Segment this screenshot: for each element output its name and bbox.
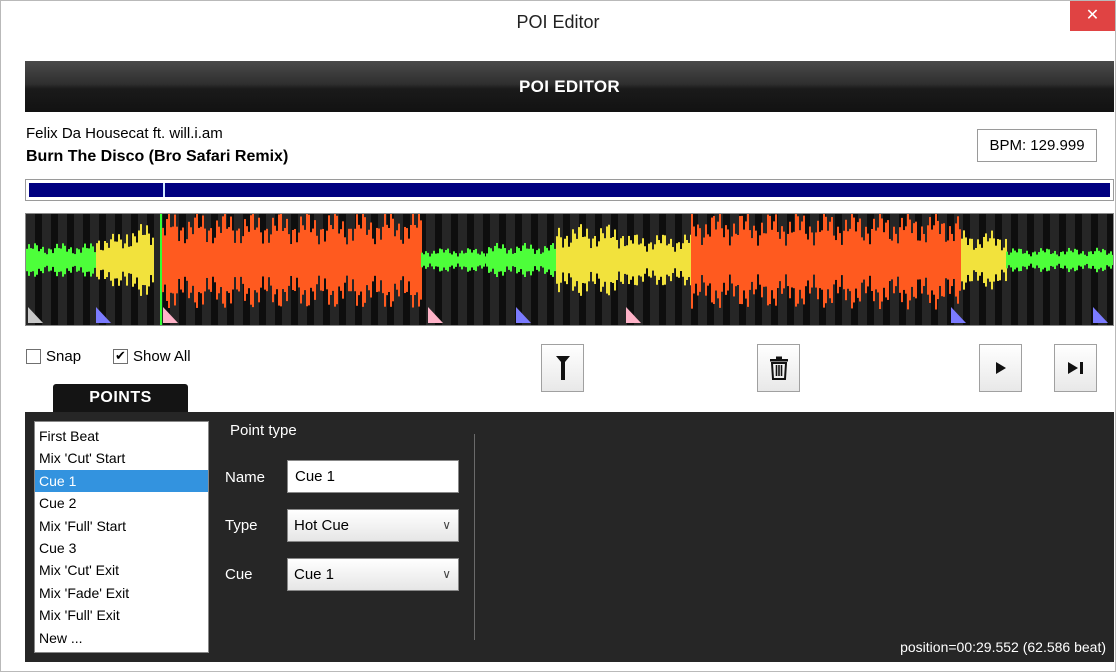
- overview-progress: [29, 183, 1110, 197]
- skip-next-icon: [1067, 362, 1083, 374]
- play-to-next-button[interactable]: [1054, 344, 1097, 392]
- list-item[interactable]: Mix 'Cut' Exit: [35, 559, 208, 581]
- name-input[interactable]: Cue 1: [287, 460, 459, 493]
- chevron-down-icon: ∨: [442, 518, 451, 532]
- window-title: POI Editor: [516, 12, 600, 32]
- type-select[interactable]: Hot Cue ∨: [287, 509, 459, 542]
- poi-editor-window: POI Editor ✕ POI EDITOR Felix Da Houseca…: [0, 0, 1116, 672]
- title-bar[interactable]: POI Editor ✕: [1, 1, 1115, 45]
- waveform-playhead: [160, 214, 162, 325]
- list-item[interactable]: Mix 'Fade' Exit: [35, 582, 208, 604]
- play-icon: [995, 362, 1006, 374]
- list-item[interactable]: New ...: [35, 627, 208, 649]
- panel-divider: [474, 434, 475, 640]
- type-select-value: Hot Cue: [294, 517, 350, 534]
- position-readout: position=00:29.552 (62.586 beat): [900, 639, 1106, 655]
- cue-label: Cue: [225, 566, 253, 583]
- track-artist: Felix Da Housecat ft. will.i.am: [26, 125, 223, 142]
- play-button[interactable]: [979, 344, 1022, 392]
- editor-header: POI EDITOR: [25, 61, 1114, 112]
- add-marker-icon: [555, 356, 570, 380]
- show-all-checkbox[interactable]: ✔ Show All: [113, 348, 191, 365]
- waveform-canvas: [26, 214, 1113, 325]
- waveform-view[interactable]: [25, 213, 1114, 326]
- track-overview-bar[interactable]: [25, 179, 1114, 201]
- list-item[interactable]: First Beat: [35, 425, 208, 447]
- list-item[interactable]: Mix 'Cut' Start: [35, 447, 208, 469]
- points-panel: First Beat Mix 'Cut' Start Cue 1 Cue 2 Mix '…: [25, 412, 1114, 662]
- chevron-down-icon: ∨: [442, 567, 451, 581]
- editor-header-title: POI EDITOR: [519, 77, 620, 96]
- list-item[interactable]: Cue 1: [35, 469, 208, 493]
- cue-select-value: Cue 1: [294, 566, 335, 583]
- show-all-checkbox-box[interactable]: ✔: [113, 349, 128, 364]
- snap-label: Snap: [46, 348, 82, 365]
- name-label: Name: [225, 469, 266, 486]
- snap-checkbox-box[interactable]: [26, 349, 41, 364]
- track-title: Burn The Disco (Bro Safari Remix): [26, 148, 289, 165]
- close-icon: ✕: [1085, 5, 1100, 24]
- type-label: Type: [225, 517, 258, 534]
- point-type-heading: Point type: [230, 422, 297, 439]
- delete-point-button[interactable]: [757, 344, 800, 392]
- show-all-label: Show All: [133, 348, 191, 365]
- close-button[interactable]: ✕: [1070, 1, 1115, 31]
- list-item[interactable]: Cue 3: [35, 537, 208, 559]
- list-item[interactable]: Cue 2: [35, 492, 208, 514]
- overview-playhead[interactable]: [163, 183, 166, 197]
- points-list[interactable]: First Beat Mix 'Cut' Start Cue 1 Cue 2 Mix '…: [34, 421, 209, 653]
- add-point-button[interactable]: [541, 344, 584, 392]
- list-item[interactable]: Mix 'Full' Start: [35, 515, 208, 537]
- points-tab[interactable]: POINTS: [53, 384, 188, 414]
- trash-icon: [769, 356, 788, 380]
- snap-checkbox[interactable]: Snap: [26, 348, 81, 365]
- cue-select[interactable]: Cue 1 ∨: [287, 558, 459, 591]
- list-item[interactable]: Mix 'Full' Exit: [35, 604, 208, 626]
- bpm-display[interactable]: BPM: 129.999: [977, 129, 1097, 162]
